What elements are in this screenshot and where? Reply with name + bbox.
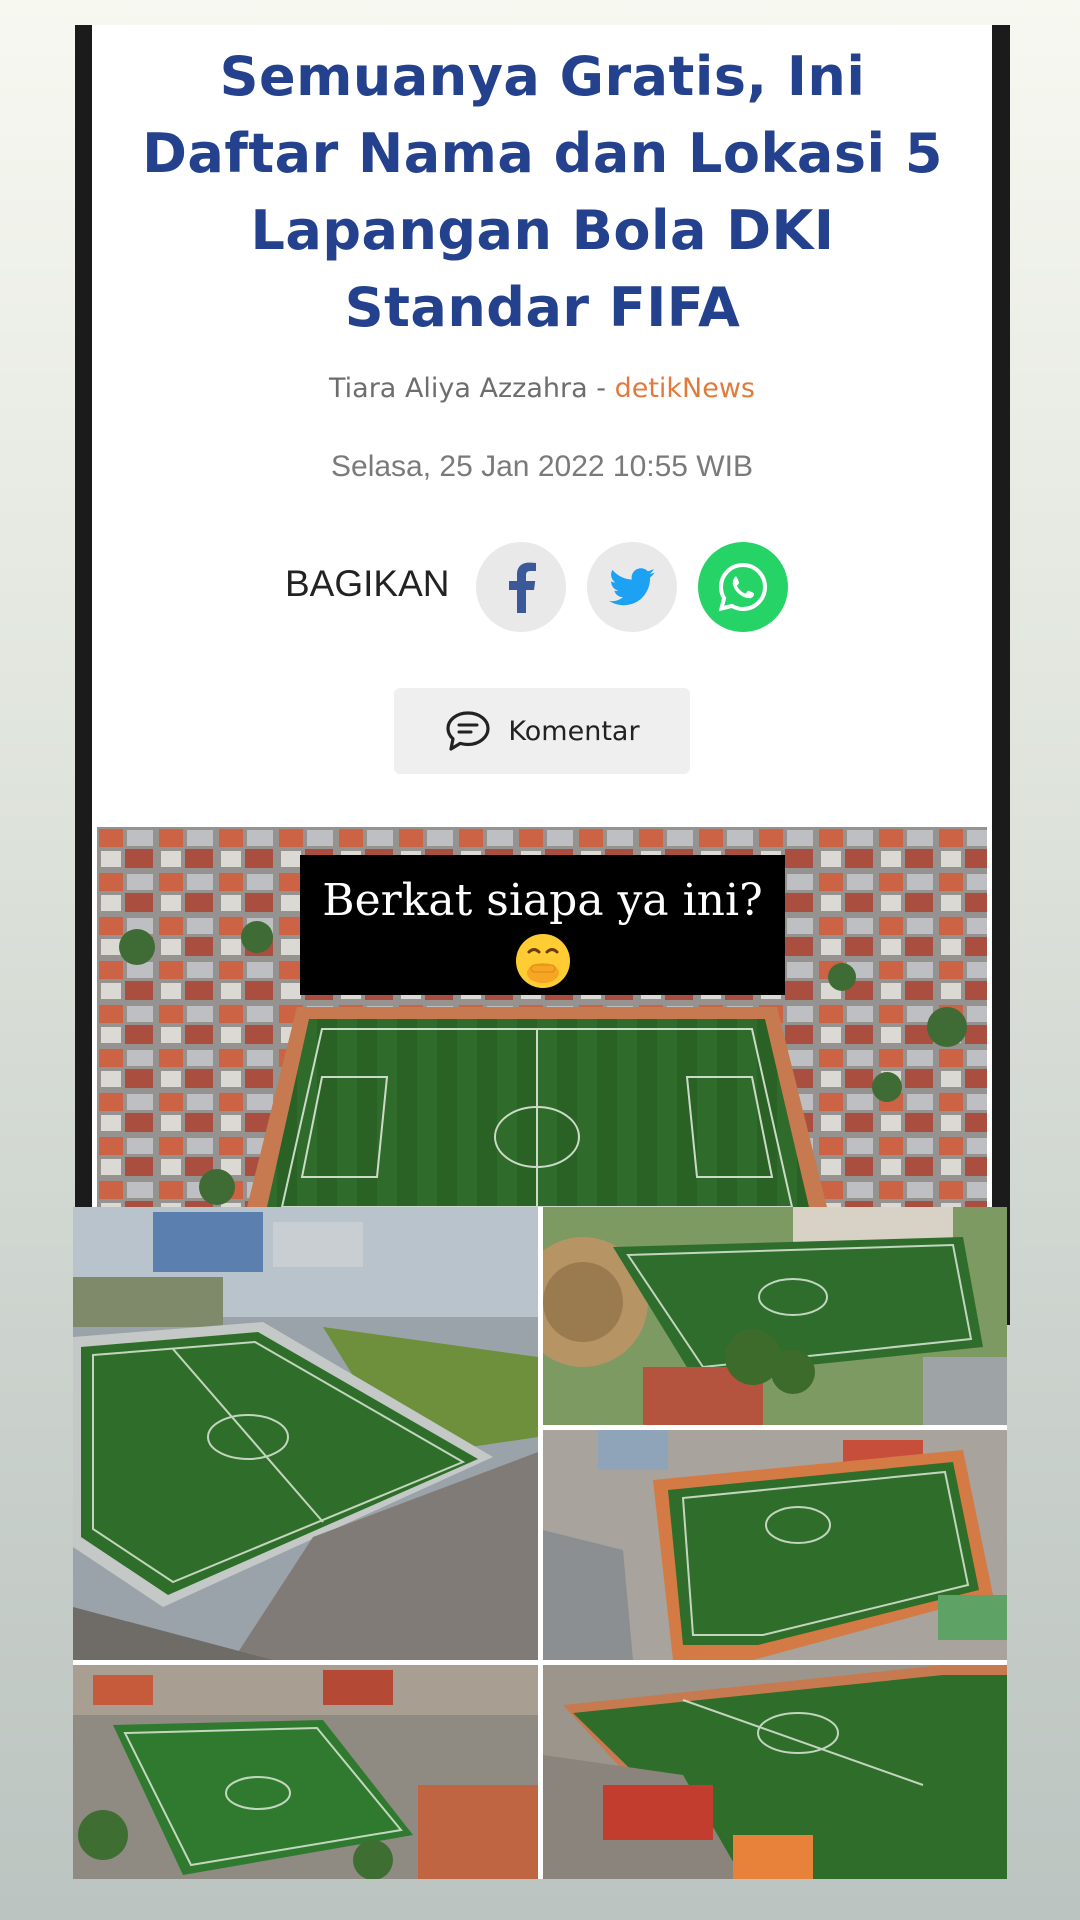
byline-separator: -	[587, 373, 615, 404]
aerial-pitch-image	[543, 1207, 1007, 1425]
image-caption-overlay: Berkat siapa ya ini?	[300, 855, 785, 995]
share-facebook-button[interactable]	[476, 542, 566, 632]
collage-photo-3	[543, 1430, 1007, 1660]
comment-icon	[446, 711, 491, 751]
collage-photo-1	[73, 1207, 538, 1660]
share-whatsapp-button[interactable]	[698, 542, 788, 632]
aerial-pitch-image	[543, 1430, 1007, 1660]
facebook-icon	[509, 562, 536, 613]
aerial-pitch-image	[73, 1665, 538, 1879]
share-twitter-button[interactable]	[587, 542, 677, 632]
aerial-pitch-image	[73, 1207, 538, 1660]
comment-button[interactable]: Komentar	[394, 688, 690, 774]
caption-text: Berkat siapa ya ini?	[322, 875, 763, 926]
whatsapp-icon	[718, 562, 768, 612]
byline: Tiara Aliya Azzahra - detikNews	[92, 373, 992, 404]
stadium-collage	[73, 1207, 1007, 1879]
face-with-hand-over-mouth-icon	[515, 934, 570, 988]
twitter-icon	[609, 568, 655, 606]
comment-label: Komentar	[508, 715, 640, 747]
article-headline: Semuanya Gratis, Ini Daftar Nama dan Lok…	[142, 45, 943, 339]
source-link[interactable]: detikNews	[615, 373, 755, 404]
collage-photo-4	[73, 1665, 538, 1879]
publish-date: Selasa, 25 Jan 2022 10:55 WIB	[331, 450, 753, 483]
collage-photo-5	[543, 1665, 1007, 1879]
share-label: BAGIKAN	[285, 563, 450, 604]
collage-photo-2	[543, 1207, 1007, 1425]
aerial-pitch-image	[543, 1665, 1007, 1879]
author-name[interactable]: Tiara Aliya Azzahra	[329, 373, 588, 404]
